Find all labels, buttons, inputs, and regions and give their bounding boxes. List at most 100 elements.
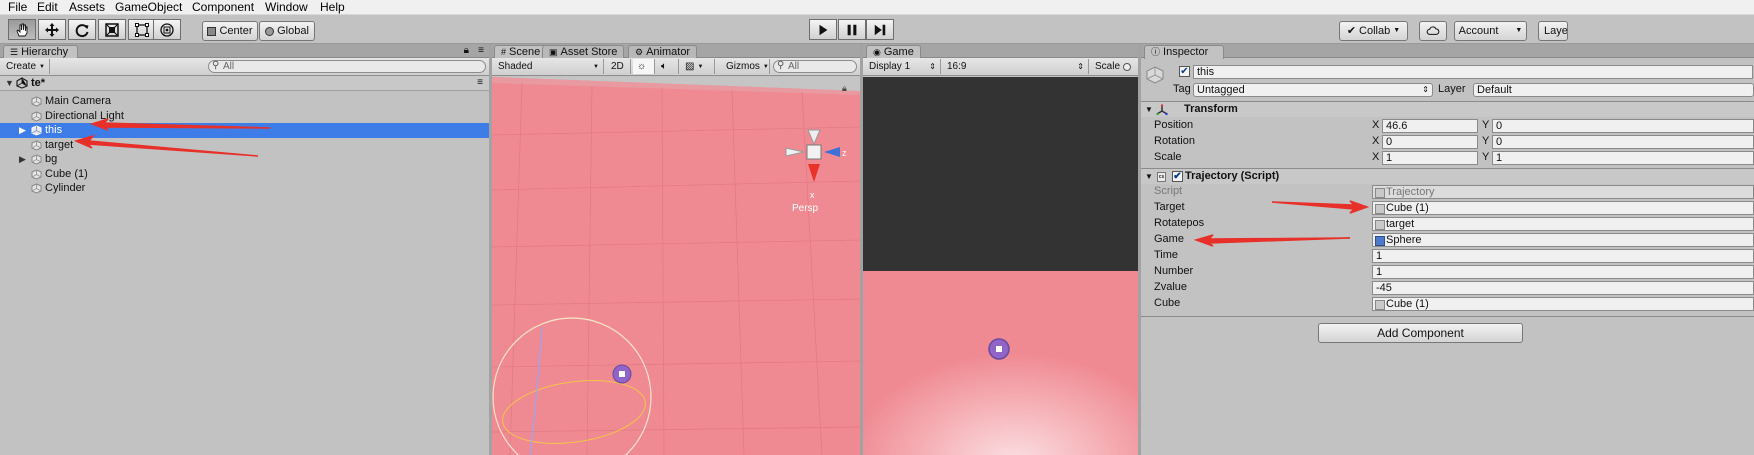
move-tool-button[interactable] <box>38 19 66 40</box>
account-dropdown[interactable]: Account ▼ <box>1454 21 1527 41</box>
script-field-zvalue[interactable]: -45 <box>1372 281 1754 295</box>
script-field-cube[interactable]: Cube (1) <box>1372 297 1754 311</box>
hierarchy-search-input[interactable]: All <box>208 60 486 73</box>
object-name-field[interactable]: this <box>1193 65 1753 79</box>
script-header[interactable]: ▼ cs ✔ Trajectory (Script) <box>1141 168 1754 184</box>
hierarchy-item[interactable]: Cube (1) <box>0 167 489 182</box>
transform-x-field[interactable]: 46.6 <box>1382 119 1478 133</box>
script-field-number[interactable]: 1 <box>1372 265 1754 279</box>
game-toolbar: Display 1 ⇕ 16:9 ⇕ Scale <box>863 58 1138 76</box>
scene-search-input[interactable]: All <box>773 60 857 73</box>
tab-animator[interactable]: ⚙︎ Animator <box>628 45 698 59</box>
transform-y-field[interactable]: 0 <box>1492 135 1754 149</box>
expand-arrow-icon[interactable]: ▼ <box>5 76 14 90</box>
hierarchy-item[interactable]: Directional Light <box>0 109 489 124</box>
script-enabled-checkbox[interactable]: ✔ <box>1172 171 1183 182</box>
axis-x-label[interactable]: X <box>1372 118 1379 132</box>
search-placeholder: All <box>223 61 235 72</box>
slider-knob-icon[interactable] <box>1123 62 1132 71</box>
scene-header-row[interactable]: ▼ te* ≡ <box>0 76 489 91</box>
step-icon <box>874 24 886 35</box>
collab-dropdown[interactable]: ✔ Collab ▼ <box>1339 21 1408 41</box>
hierarchy-item[interactable]: ▶ bg <box>0 152 489 167</box>
tab-game[interactable]: ◉ Game <box>866 45 921 59</box>
script-field-game[interactable]: Sphere <box>1372 233 1754 247</box>
hierarchy-item[interactable]: Cylinder <box>0 181 489 196</box>
script-field-label: Target <box>1154 201 1185 213</box>
panel-menu-icon[interactable]: ≡ <box>478 45 484 56</box>
game-viewport[interactable] <box>863 77 1138 455</box>
gameobject-cube-icon <box>31 168 42 180</box>
pause-icon <box>847 24 857 35</box>
axis-y-label[interactable]: Y <box>1482 118 1489 132</box>
transform-x-field[interactable]: 1 <box>1382 151 1478 165</box>
scale-tool-button[interactable] <box>98 19 126 40</box>
hierarchy-item[interactable]: ▶ this <box>0 123 489 138</box>
hierarchy-item[interactable]: Main Camera <box>0 94 489 109</box>
scene-menu-icon[interactable]: ≡ <box>477 76 483 90</box>
script-field-time[interactable]: 1 <box>1372 249 1754 263</box>
aspect-dropdown[interactable]: 16:9 ⇕ <box>943 59 1089 74</box>
menu-gameobject[interactable]: GameObject <box>115 0 182 14</box>
step-button[interactable] <box>866 19 894 40</box>
transform-combo-tool-button[interactable] <box>153 19 181 40</box>
tab-scene[interactable]: # Scene <box>494 45 548 59</box>
expand-arrow-icon[interactable]: ▶ <box>19 123 26 137</box>
add-component-button[interactable]: Add Component <box>1318 323 1523 343</box>
scene-effects-dropdown[interactable]: ▨ ▼ <box>681 59 715 74</box>
transform-y-field[interactable]: 1 <box>1492 151 1754 165</box>
play-button[interactable] <box>809 19 837 40</box>
mode-2d-toggle[interactable]: 2D <box>607 59 631 74</box>
menu-component[interactable]: Component <box>192 0 254 14</box>
hand-tool-button[interactable] <box>8 19 36 40</box>
hand-icon <box>16 23 28 36</box>
shading-dropdown[interactable]: Shaded ▼ <box>494 59 604 74</box>
gizmos-dropdown[interactable]: Gizmos ▼ <box>722 59 770 74</box>
rotate-tool-button[interactable] <box>68 19 96 40</box>
layers-dropdown[interactable]: Layers <box>1538 21 1568 41</box>
menu-window[interactable]: Window <box>265 0 308 14</box>
space-global-button[interactable]: Global <box>259 21 315 41</box>
layer-dropdown[interactable]: Default <box>1473 83 1754 97</box>
axis-x-label[interactable]: X <box>1372 134 1379 148</box>
transform-y-field[interactable]: 0 <box>1492 119 1754 133</box>
tag-dropdown[interactable]: Untagged ⇕ <box>1193 83 1433 97</box>
axis-y-label[interactable]: Y <box>1482 134 1489 148</box>
transform-x-field[interactable]: 0 <box>1382 135 1478 149</box>
tab-hierarchy[interactable]: ☰ Hierarchy <box>3 45 78 59</box>
pivot-center-button[interactable]: Center <box>202 21 258 41</box>
expand-arrow-icon[interactable]: ▶ <box>19 152 26 166</box>
collapse-arrow-icon: ▼ <box>1145 105 1153 114</box>
menu-assets[interactable]: Assets <box>69 0 105 14</box>
menu-edit[interactable]: Edit <box>37 0 58 14</box>
scene-lighting-toggle[interactable]: ☼ <box>633 59 655 74</box>
tab-asset-store[interactable]: ▣ Asset Store <box>542 45 625 59</box>
display-dropdown[interactable]: Display 1 ⇕ <box>865 59 941 74</box>
tab-inspector[interactable]: ⓘ Inspector <box>1144 45 1224 59</box>
hierarchy-item[interactable]: target <box>0 138 489 153</box>
script-field-label: Script <box>1154 185 1183 197</box>
menu-file[interactable]: File <box>8 0 27 14</box>
transform-header[interactable]: ▼ Transform <box>1141 101 1754 117</box>
axis-x-label[interactable]: X <box>1372 150 1379 164</box>
cloud-button[interactable] <box>1419 21 1447 41</box>
gameobject-cube-icon <box>31 183 42 194</box>
shading-label: Shaded <box>498 60 533 72</box>
updown-arrow-icon: ⇕ <box>929 61 936 71</box>
menu-help[interactable]: Help <box>320 0 345 14</box>
scene-tabstrip: # Scene ▣ Asset Store ⚙︎ Animator <box>492 44 860 59</box>
scene-audio-toggle[interactable]: 🔈︎ <box>657 59 679 74</box>
gameobject-icon <box>1146 66 1164 84</box>
active-checkbox[interactable]: ✔ <box>1179 66 1190 77</box>
script-field-rotatepos[interactable]: target <box>1372 217 1754 231</box>
scene-viewport[interactable]: z x Persp 🔒︎ <box>492 77 860 455</box>
dropdown-arrow-icon: ▼ <box>1393 27 1401 34</box>
create-dropdown[interactable]: Create ▼ <box>2 59 50 74</box>
speaker-icon: 🔈︎ <box>661 60 667 72</box>
axis-y-label[interactable]: Y <box>1482 150 1489 164</box>
scale-slider[interactable]: Scale <box>1091 59 1138 74</box>
rect-tool-button[interactable] <box>128 19 156 40</box>
script-field-target[interactable]: Cube (1) <box>1372 201 1754 215</box>
pause-button[interactable] <box>838 19 866 40</box>
lock-icon[interactable]: 🔒︎ <box>464 45 469 56</box>
